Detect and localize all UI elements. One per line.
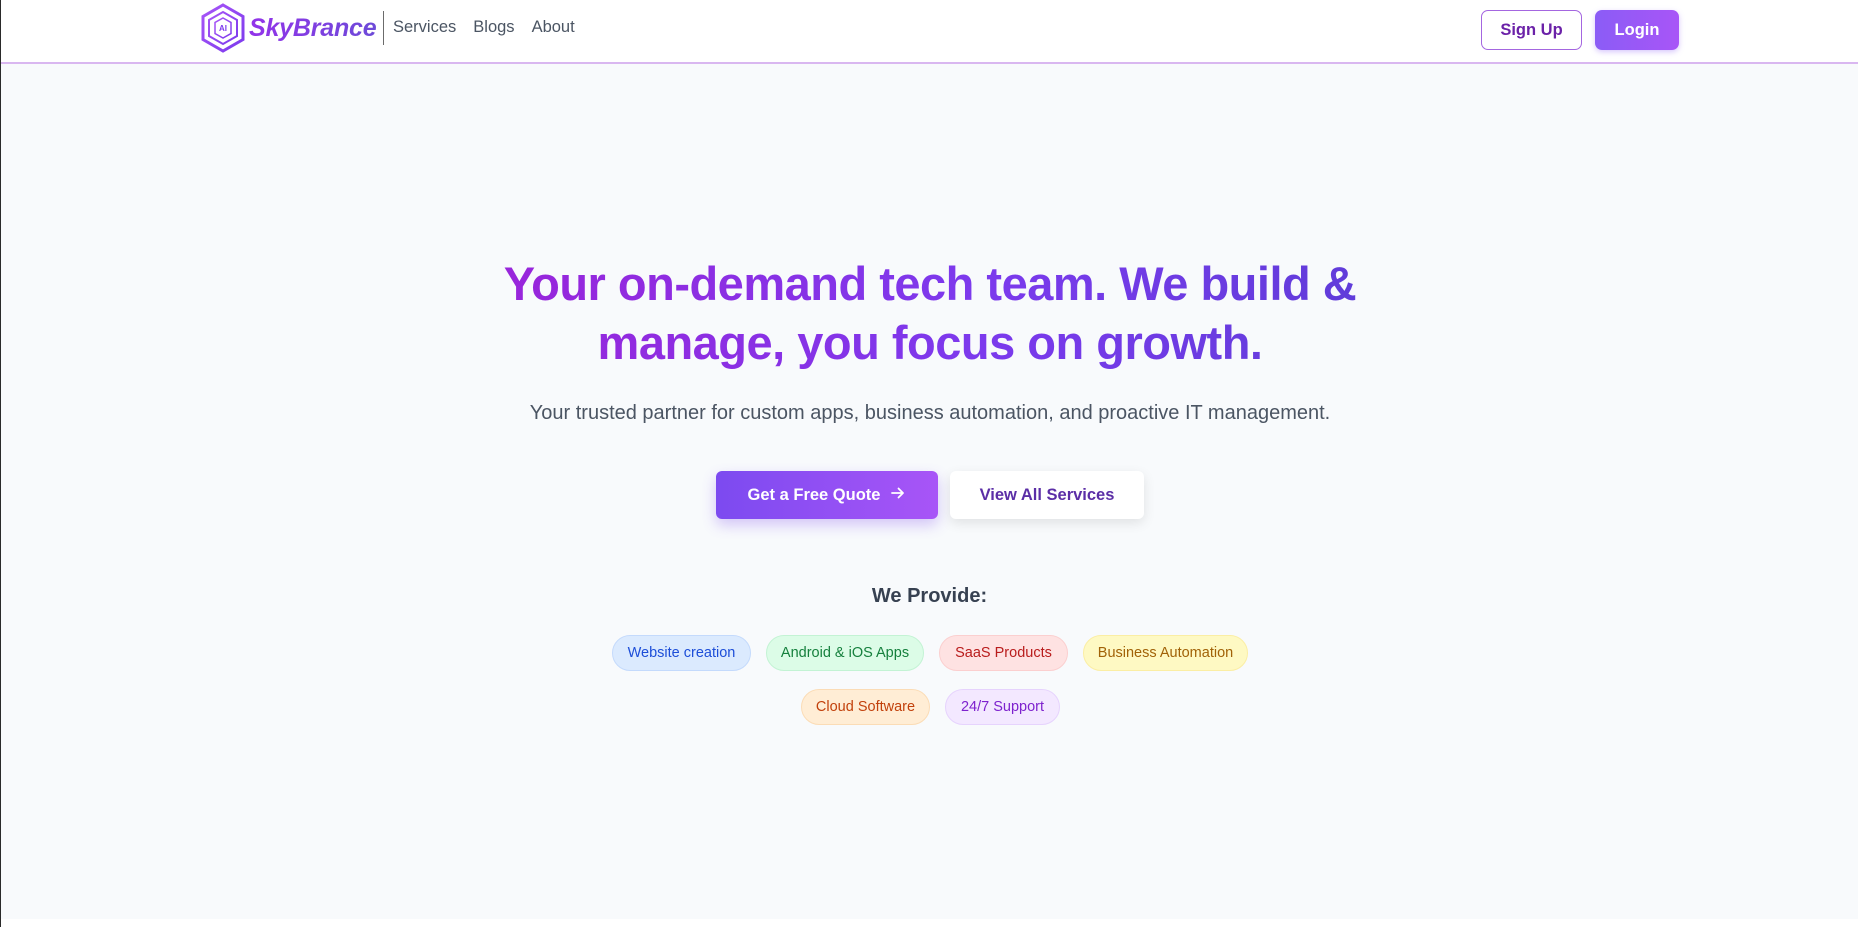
tag-business-automation: Business Automation	[1083, 635, 1248, 671]
tag-android-ios-apps: Android & iOS Apps	[766, 635, 924, 671]
brand-divider	[383, 11, 385, 45]
hero-title: Your on-demand tech team. We build & man…	[430, 254, 1430, 372]
get-free-quote-button[interactable]: Get a Free Quote	[716, 471, 938, 519]
hero-section: Your on-demand tech team. We build & man…	[1, 64, 1858, 919]
sign-up-button[interactable]: Sign Up	[1481, 10, 1582, 50]
nav-link-blogs[interactable]: Blogs	[473, 18, 514, 37]
top-navbar: AI SkyBrance Services Blogs About Sign U…	[1, 0, 1858, 64]
tag-24-7-support: 24/7 Support	[945, 689, 1060, 725]
hexagon-ai-logo-icon: AI	[199, 2, 247, 54]
tag-cloud-software: Cloud Software	[801, 689, 930, 725]
we-provide-heading: We Provide:	[871, 585, 988, 607]
hero-subtitle: Your trusted partner for custom apps, bu…	[529, 402, 1331, 424]
brand-name: SkyBrance	[249, 13, 377, 42]
tag-saas-products: SaaS Products	[939, 635, 1068, 671]
cta-button-group: Get a Free Quote View All Services	[716, 471, 1144, 519]
page: AI SkyBrance Services Blogs About Sign U…	[0, 0, 1858, 927]
brand-logo-link[interactable]: AI SkyBrance	[199, 2, 385, 54]
nav-link-services[interactable]: Services	[393, 18, 456, 37]
arrow-right-icon	[890, 485, 906, 506]
login-button[interactable]: Login	[1595, 10, 1679, 50]
get-free-quote-label: Get a Free Quote	[747, 485, 881, 504]
nav-link-about[interactable]: About	[532, 18, 575, 37]
view-all-services-button[interactable]: View All Services	[950, 471, 1144, 519]
logo-text: AI	[219, 24, 227, 33]
tag-website-creation: Website creation	[612, 635, 751, 671]
main-nav: Services Blogs About	[393, 18, 575, 37]
